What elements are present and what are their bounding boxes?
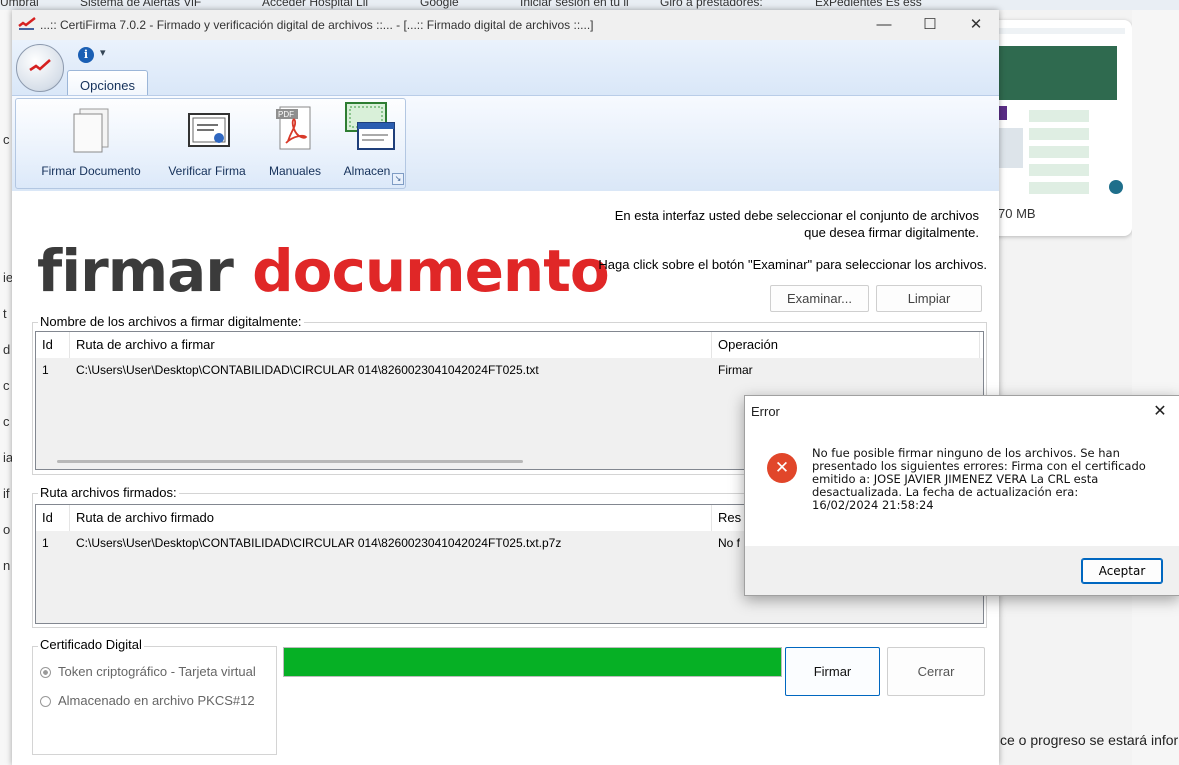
aceptar-button[interactable]: Aceptar	[1081, 558, 1163, 584]
error-dialog-titlebar[interactable]: Error ✕	[745, 396, 1179, 428]
progress-bar	[283, 647, 782, 677]
manuales-label: Manuales	[268, 164, 322, 178]
page-title-word-documento: documento	[252, 237, 610, 305]
page-title-word-firmar: firmar	[37, 237, 234, 305]
signature-check-icon	[29, 59, 51, 72]
bookmark-expedientes: ExPedientes Es ess	[815, 0, 922, 9]
bg-letter: o	[3, 522, 11, 537]
certifirma-window: ...:: CertiFirma 7.0.2 - Firmado y verif…	[12, 10, 999, 765]
instructions-text: En esta interfaz usted debe seleccionar …	[572, 207, 979, 241]
limpiar-button[interactable]: Limpiar	[876, 285, 982, 312]
maximize-button[interactable]: ☐	[907, 10, 953, 40]
column-id[interactable]: Id	[36, 332, 70, 358]
background-thumbnail	[993, 28, 1125, 198]
bookmark-alertas: Sistema de Alertas ViF	[80, 0, 202, 9]
error-dialog-title: Error	[751, 404, 780, 419]
bookmark-iniciar-sesion: Iniciar sesión en tu il	[520, 0, 629, 9]
almacen-button[interactable]: Almacen	[334, 99, 400, 184]
radio-pkcs12-icon[interactable]	[40, 696, 51, 707]
bookmark-hospital: Acceder Hospital Lll	[262, 0, 369, 9]
certificate-icon	[188, 113, 230, 147]
row-id: 1	[42, 363, 49, 377]
window-titlebar[interactable]: ...:: CertiFirma 7.0.2 - Firmado y verif…	[12, 10, 999, 40]
bg-letter: if	[3, 486, 10, 501]
error-message: No fue posible firmar ninguno de los arc…	[812, 446, 1146, 512]
dialog-launcher-icon[interactable]: ↘	[392, 173, 404, 185]
almacen-label: Almacen	[343, 164, 391, 178]
row-path: C:\Users\User\Desktop\CONTABILIDAD\CIRCU…	[76, 363, 539, 377]
background-bookmarks-bar: Umbral Sistema de Alertas ViF Acceder Ho…	[0, 0, 1179, 10]
document-icon	[73, 108, 109, 153]
radio-token-icon[interactable]	[40, 667, 51, 678]
error-dialog: Error ✕ ✕ No fue posible firmar ninguno …	[744, 395, 1179, 596]
bg-letter: d	[3, 342, 11, 357]
radio-token-option[interactable]: Token criptográfico - Tarjeta virtual	[40, 664, 256, 679]
verificar-firma-button[interactable]: Verificar Firma	[158, 99, 256, 184]
error-dialog-footer: Aceptar	[745, 546, 1179, 595]
bg-letter: c	[3, 378, 10, 393]
background-left-strip: c ie t d c c ia if o n	[0, 10, 13, 765]
radio-token-label: Token criptográfico - Tarjeta virtual	[58, 664, 256, 679]
download-size-text: 70 MB	[998, 206, 1036, 221]
column-ruta-archivo[interactable]: Ruta de archivo a firmar	[70, 332, 712, 358]
certifirma-logo-icon	[18, 17, 36, 30]
ribbon-group: Firmar Documento Verificar Firma PDF Man…	[15, 98, 406, 189]
radio-pkcs12-label: Almacenado en archivo PKCS#12	[58, 693, 255, 708]
bookmark-google: Google	[420, 0, 459, 9]
bg-letter: n	[3, 558, 11, 573]
bg-letter: t	[3, 306, 7, 321]
radio-pkcs12-option[interactable]: Almacenado en archivo PKCS#12	[40, 693, 255, 708]
bg-letter: c	[3, 414, 10, 429]
horizontal-scrollbar[interactable]	[57, 460, 523, 463]
manuales-button[interactable]: PDF Manuales	[256, 99, 334, 184]
firmar-button[interactable]: Firmar	[785, 647, 880, 696]
info-icon[interactable]: i	[78, 47, 94, 63]
files-to-sign-caption: Nombre de los archivos a firmar digitalm…	[38, 314, 304, 329]
error-dialog-close-button[interactable]: ✕	[1143, 397, 1177, 427]
quick-access-dropdown-icon[interactable]: ▾	[100, 46, 106, 59]
bookmark-giro: Giro a prestadores:	[660, 0, 763, 9]
progress-fill	[284, 648, 781, 676]
examinar-button[interactable]: Examinar...	[770, 285, 869, 312]
background-right-panel	[1132, 10, 1179, 765]
table-row[interactable]: 1 C:\Users\User\Desktop\CONTABILIDAD\CIR…	[36, 359, 983, 381]
signed-files-caption: Ruta archivos firmados:	[38, 485, 179, 500]
ribbon-panel: Firmar Documento Verificar Firma PDF Man…	[12, 95, 999, 192]
column-id[interactable]: Id	[36, 505, 70, 531]
bookmark-umbral: Umbral	[0, 0, 39, 9]
firmar-documento-label: Firmar Documento	[41, 164, 141, 178]
verificar-firma-label: Verificar Firma	[168, 164, 246, 178]
column-ruta-archivo-firmado[interactable]: Ruta de archivo firmado	[70, 505, 712, 531]
window-title: ...:: CertiFirma 7.0.2 - Firmado y verif…	[40, 18, 594, 32]
error-dialog-body: ✕ No fue posible firmar ninguno de los a…	[745, 428, 1179, 546]
firmar-documento-button[interactable]: Firmar Documento	[26, 99, 156, 184]
error-icon: ✕	[767, 453, 797, 483]
row-id: 1	[42, 536, 49, 550]
instructions-line-1: En esta interfaz usted debe seleccionar …	[614, 208, 979, 223]
application-menu-button[interactable]	[16, 44, 64, 92]
instructions-line-2: que desea firmar digitalmente.	[804, 225, 979, 240]
cerrar-button[interactable]: Cerrar	[887, 647, 985, 696]
bg-letter: c	[3, 132, 10, 147]
close-button[interactable]: ✕	[953, 10, 999, 40]
files-list-header: Id Ruta de archivo a firmar Operación	[36, 332, 983, 358]
column-operacion[interactable]: Operación	[712, 332, 980, 358]
row-operation: Firmar	[718, 363, 753, 377]
row-path: C:\Users\User\Desktop\CONTABILIDAD\CIRCU…	[76, 536, 562, 550]
minimize-button[interactable]: —	[861, 10, 907, 40]
page-title: firmar documento	[37, 237, 610, 305]
background-status-text: ce o progreso se estará infor	[1000, 732, 1179, 748]
certificate-store-icon	[345, 102, 395, 150]
pdf-icon-text: PDF	[278, 110, 294, 119]
instructions-examinar-text: Haga click sobre el botón "Examinar" par…	[598, 257, 987, 272]
pdf-icon: PDF	[276, 106, 311, 150]
certificate-caption: Certificado Digital	[38, 637, 144, 652]
